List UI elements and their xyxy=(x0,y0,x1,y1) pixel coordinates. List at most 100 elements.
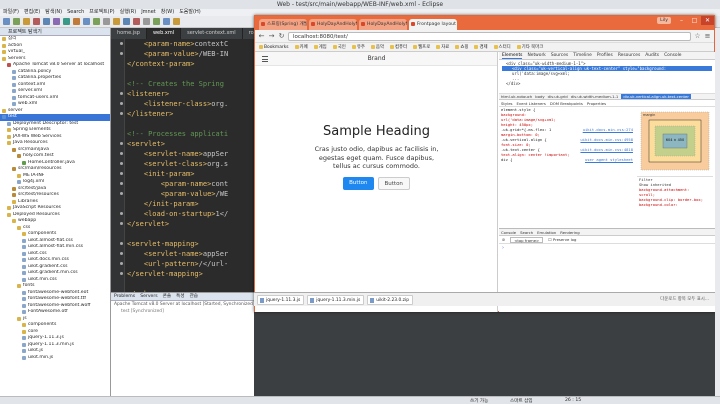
download-item[interactable]: jquery-1.11.3.min.js xyxy=(307,295,365,305)
console-tab[interactable]: 관습 xyxy=(190,293,198,300)
styles-subtab[interactable]: DOM Breakpoints xyxy=(550,100,583,106)
fold-marker-icon[interactable] xyxy=(120,162,123,165)
menu-item[interactable]: Search xyxy=(67,9,84,16)
toolbar-button-icon[interactable] xyxy=(53,18,60,25)
fold-marker-icon[interactable] xyxy=(120,182,123,185)
show-all-downloads[interactable]: 다운로드 항목 모두 표시... xyxy=(660,295,709,305)
fold-marker-icon[interactable] xyxy=(120,242,123,245)
console-drawer-tab[interactable]: Search xyxy=(520,229,533,235)
devtools-tab[interactable]: Sources xyxy=(551,52,568,59)
fold-marker-icon[interactable] xyxy=(120,192,123,195)
dom-node[interactable]: </div> xyxy=(502,81,712,86)
style-source-link[interactable]: uikit.docs.min.css:4958 xyxy=(580,137,633,142)
fold-marker-icon[interactable] xyxy=(120,142,123,145)
clear-console-icon[interactable]: ⊘ xyxy=(502,237,505,242)
toolbar-button-icon[interactable] xyxy=(43,18,50,25)
menu-item[interactable]: 파일(F) xyxy=(3,9,19,16)
style-source-link[interactable]: uikit.docs.min.css:4818 xyxy=(580,147,633,152)
browser-tab[interactable]: HolyDayAndHolyNight xyxy=(309,19,357,30)
toolbar-button-icon[interactable] xyxy=(93,18,100,25)
breadcrumb-item[interactable]: body xyxy=(535,94,544,99)
brand-label[interactable]: Brand xyxy=(255,52,498,66)
browser-tab[interactable]: HolyDayAndHolyNight xyxy=(359,19,407,30)
bookmark-item[interactable]: 웹프로 xyxy=(413,43,430,51)
download-item[interactable]: jquery-1.11.3.js xyxy=(257,295,305,305)
bookmark-item[interactable]: 국인 xyxy=(332,43,346,51)
fold-marker-icon[interactable] xyxy=(120,212,123,215)
bookmark-item[interactable]: 유주 xyxy=(351,43,365,51)
frame-select[interactable]: <top frame> xyxy=(510,236,544,243)
editor-tab[interactable]: servlet-context.xml xyxy=(181,28,243,39)
fold-marker-icon[interactable] xyxy=(120,222,123,225)
bookmark-item[interactable]: 컴퓨터 xyxy=(390,43,407,51)
console-drawer-tab[interactable]: Rendering xyxy=(560,229,579,235)
back-icon[interactable]: ← xyxy=(258,32,265,40)
menu-item[interactable]: 탐색(N) xyxy=(45,9,62,16)
tree-item[interactable]: uikit.min.js xyxy=(0,355,110,362)
fold-marker-icon[interactable] xyxy=(120,42,123,45)
menu-icon[interactable]: ≡ xyxy=(704,32,711,40)
toolbar-button-icon[interactable] xyxy=(163,18,170,25)
star-icon[interactable]: ☆ xyxy=(694,32,701,40)
toolbar-button-icon[interactable] xyxy=(153,18,160,25)
toolbar-button-icon[interactable] xyxy=(73,18,80,25)
bookmark-item[interactable]: 쇼핑 xyxy=(455,43,468,51)
devtools-tab[interactable]: Network xyxy=(527,52,545,59)
fold-marker-icon[interactable] xyxy=(120,92,123,95)
devtools-tab[interactable]: Console xyxy=(664,52,681,59)
browser-tab[interactable]: Frontpage layout exam xyxy=(409,19,457,30)
toolbar-button-icon[interactable] xyxy=(33,18,40,25)
bookmark-item[interactable]: 게임 xyxy=(313,43,327,51)
bookmark-item[interactable]: 카페 xyxy=(294,43,308,51)
bookmark-item[interactable]: Bookmarks xyxy=(259,43,289,51)
download-item[interactable]: uikit-2.23.0.zip xyxy=(367,295,413,305)
console-tab[interactable]: Problems xyxy=(114,293,135,300)
breadcrumb-item[interactable]: div.uk-grid xyxy=(548,94,568,99)
menu-item[interactable]: Jmnet xyxy=(141,9,156,16)
style-source-link[interactable]: user agent stylesheet xyxy=(585,157,633,162)
fold-marker-icon[interactable] xyxy=(120,262,123,265)
style-source-link[interactable]: uikit.docs.min.css:274 xyxy=(583,127,633,132)
toolbar-button-icon[interactable] xyxy=(113,18,120,25)
devtools-tab[interactable]: Elements xyxy=(502,52,523,59)
fold-marker-icon[interactable] xyxy=(120,102,123,105)
bookmark-item[interactable]: 스터디 xyxy=(493,43,511,51)
fold-marker-icon[interactable] xyxy=(120,52,123,55)
server-item[interactable]: test [Synchronized] xyxy=(111,308,254,315)
menu-item[interactable]: 도움말(H) xyxy=(179,9,200,16)
reload-icon[interactable]: ↻ xyxy=(278,32,285,40)
menu-item[interactable]: 프로젝트(P) xyxy=(89,9,114,16)
primary-button[interactable]: Button xyxy=(343,176,374,190)
fold-marker-icon[interactable] xyxy=(120,272,123,275)
toolbar-button-icon[interactable] xyxy=(3,18,10,25)
breadcrumb-item[interactable]: div.uk-width-medium-1-1 xyxy=(571,94,619,99)
minimize-icon[interactable]: – xyxy=(675,16,688,25)
toolbar-button-icon[interactable] xyxy=(83,18,90,25)
toolbar-button-icon[interactable] xyxy=(13,18,20,25)
bookmark-item[interactable]: 음악 xyxy=(370,43,384,51)
toolbar-button-icon[interactable] xyxy=(103,18,110,25)
styles-subtab[interactable]: Properties xyxy=(587,100,606,106)
toolbar-button-icon[interactable] xyxy=(133,18,140,25)
fold-marker-icon[interactable] xyxy=(120,112,123,115)
editor-tab[interactable]: home.jsp xyxy=(111,28,147,39)
console-drawer-tab[interactable]: Emulation xyxy=(537,229,556,235)
console-tab[interactable]: 특성 xyxy=(176,293,184,300)
menu-item[interactable]: 창(W) xyxy=(161,9,174,16)
fold-marker-icon[interactable] xyxy=(120,252,123,255)
bookmark-item[interactable]: 기타 북마크 xyxy=(516,43,543,51)
styles-pane[interactable]: element.style { background: url('data:im… xyxy=(499,107,635,227)
console-prompt[interactable]: › xyxy=(499,244,715,252)
console-tab[interactable]: 콘솔 xyxy=(163,293,171,300)
default-button[interactable]: Button xyxy=(377,176,410,190)
styles-subtab[interactable]: Styles xyxy=(501,100,513,106)
menu-item[interactable]: 실행(R) xyxy=(120,9,137,16)
dom-tree[interactable]: <div class="uk-width-medium-1-1"> <div cl… xyxy=(499,60,715,94)
bookmark-item[interactable]: 경제 xyxy=(474,43,488,51)
fold-marker-icon[interactable] xyxy=(120,152,123,155)
close-icon[interactable]: ✕ xyxy=(701,16,714,25)
devtools-tab[interactable]: Audits xyxy=(645,52,659,59)
toolbar-button-icon[interactable] xyxy=(143,18,150,25)
editor-tab[interactable]: web.xml xyxy=(146,28,182,39)
toolbar-button-icon[interactable] xyxy=(123,18,130,25)
